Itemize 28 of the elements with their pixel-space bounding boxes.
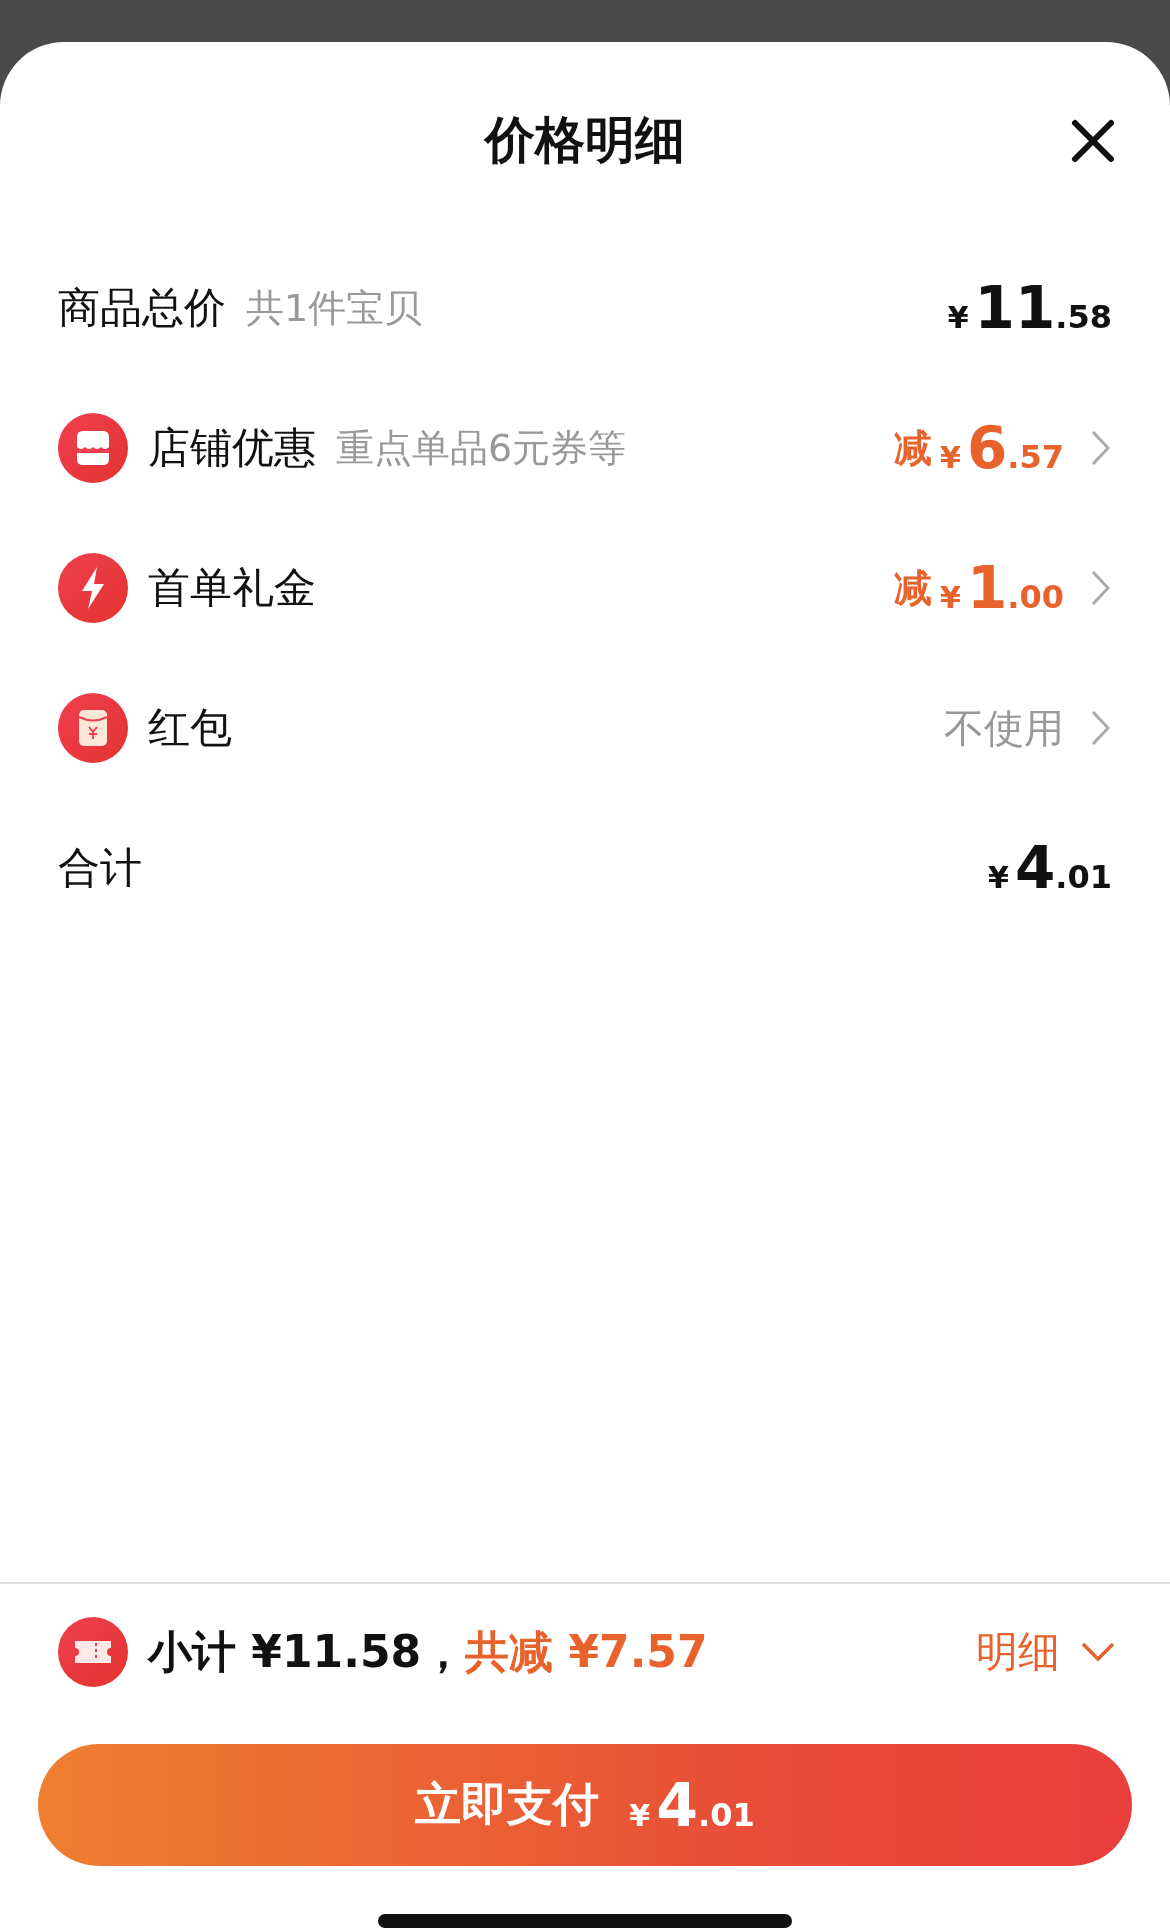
row-label: 首单礼金: [148, 562, 316, 614]
chevron-right-icon: [1090, 428, 1112, 468]
chevron-down-icon: [1080, 1641, 1116, 1663]
store-icon: [58, 413, 128, 483]
row-label: 店铺优惠: [148, 422, 316, 474]
price-amount: ¥11.58: [947, 274, 1112, 342]
chevron-right-icon: [1090, 708, 1112, 748]
discount-amount: ¥1.00: [940, 554, 1064, 622]
discount-amount: ¥6.57: [940, 414, 1064, 482]
saved-text: 共减 ¥7.57: [465, 1624, 708, 1679]
option-value[interactable]: 不使用: [944, 700, 1064, 756]
discount-prefix: 减: [894, 424, 933, 472]
ticket-icon: [58, 1617, 128, 1687]
row-label: 合计: [58, 842, 142, 894]
price-amount: ¥4.01: [988, 834, 1112, 902]
row-label: 红包: [148, 702, 232, 754]
envelope-icon: [58, 693, 128, 763]
row-label: 商品总价: [58, 282, 226, 334]
row-note: 共1件宝贝: [246, 284, 423, 332]
lightning-icon: [58, 553, 128, 623]
chevron-right-icon: [1090, 568, 1112, 608]
pay-now-button[interactable]: 立即支付 ¥4.01: [38, 1744, 1132, 1866]
sheet-title: 价格明细: [485, 109, 685, 171]
details-toggle[interactable]: 明细: [976, 1624, 1116, 1680]
discount-prefix: 减: [894, 564, 933, 612]
close-button[interactable]: [1070, 118, 1116, 164]
row-note: 重点单品6元券等: [336, 424, 627, 472]
subtotal-text: 小计 ¥11.58，: [148, 1624, 466, 1679]
